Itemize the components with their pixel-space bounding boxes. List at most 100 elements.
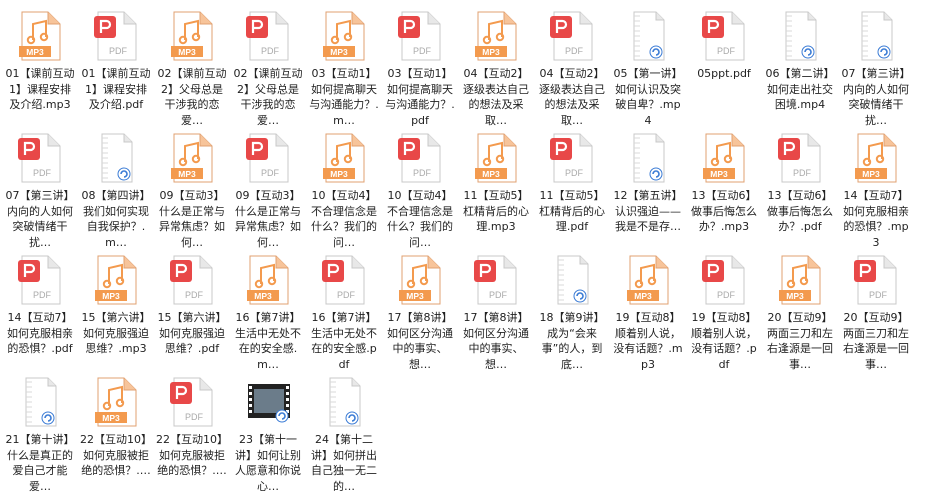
file-item[interactable]: PDF 07【第三讲】内向的人如何突破情绪干扰… bbox=[4, 124, 76, 249]
file-item[interactable]: MP3 10【互动4】不合理信念是什么？我们的问… bbox=[308, 124, 380, 249]
mp3-file-icon: MP3 bbox=[854, 132, 898, 184]
mp3-file-icon: MP3 bbox=[170, 132, 214, 184]
svg-text:PDF: PDF bbox=[717, 290, 736, 300]
file-item[interactable]: 24【第十二讲】如何拼出自己独一无二的… bbox=[308, 368, 380, 493]
file-item[interactable]: 23【第十一讲】如何让别人愿意和你说心… bbox=[232, 368, 304, 493]
svg-text:PDF: PDF bbox=[261, 46, 280, 56]
svg-text:PDF: PDF bbox=[793, 168, 812, 178]
pdf-file-icon: PDF bbox=[702, 254, 746, 306]
mp3-file-icon: MP3 bbox=[474, 132, 518, 184]
file-item[interactable]: PDF 02【课前互动2】父母总是干涉我的恋爱… bbox=[232, 2, 304, 127]
mp3-file-icon: MP3 bbox=[94, 376, 138, 428]
video-file-icon bbox=[94, 132, 138, 184]
file-name-label: 14【互动7】如何克服相亲的恐惧？.pdf bbox=[7, 311, 73, 355]
svg-text:MP3: MP3 bbox=[178, 169, 196, 179]
file-item[interactable]: PDF 05ppt.pdf bbox=[688, 2, 760, 123]
file-name-label: 05【第一讲】如何认识及突破自卑？.mp4 bbox=[613, 67, 683, 127]
file-name-label: 16【第7讲】生活中无处不在的安全感.pdf bbox=[311, 311, 377, 371]
file-name-label: 11【互动5】杠精背后的心理.mp3 bbox=[463, 189, 529, 233]
file-item[interactable]: PDF 16【第7讲】生活中无处不在的安全感.pdf bbox=[308, 246, 380, 371]
file-item[interactable]: MP3 11【互动5】杠精背后的心理.mp3 bbox=[460, 124, 532, 245]
file-name-label: 01【课前互动1】课程安排及介绍.pdf bbox=[81, 67, 151, 111]
file-item[interactable]: MP3 16【第7讲】生活中无处不在的安全感.m… bbox=[232, 246, 304, 371]
video-file-icon bbox=[778, 10, 822, 62]
file-name-label: 03【互动1】如何提高聊天与沟通能力？.m… bbox=[309, 67, 379, 127]
file-name-label: 04【互动2】逐级表达自己的想法及采取… bbox=[539, 67, 605, 127]
file-item[interactable]: PDF 19【互动8】顺着别人说，没有话题？.pdf bbox=[688, 246, 760, 371]
mp3-file-icon: MP3 bbox=[474, 10, 518, 62]
svg-text:MP3: MP3 bbox=[482, 47, 500, 57]
file-item[interactable]: PDF 01【课前互动1】课程安排及介绍.pdf bbox=[80, 2, 152, 123]
file-item[interactable]: PDF 04【互动2】逐级表达自己的想法及采取… bbox=[536, 2, 608, 127]
pdf-file-icon: PDF bbox=[94, 10, 138, 62]
video-file-icon bbox=[550, 254, 594, 306]
video-file-icon bbox=[322, 376, 366, 428]
pdf-file-icon: PDF bbox=[550, 132, 594, 184]
file-item[interactable]: PDF 11【互动5】杠精背后的心理.pdf bbox=[536, 124, 608, 245]
file-item[interactable]: PDF 15【第六讲】如何克服强迫思维？.pdf bbox=[156, 246, 228, 367]
file-name-label: 18【第9讲】成为“会来事”的人，到底… bbox=[539, 311, 605, 371]
file-name-label: 12【第五讲】认识强迫——我是不是存… bbox=[613, 189, 683, 233]
file-item[interactable]: MP3 09【互动3】什么是正常与异常焦虑？如何… bbox=[156, 124, 228, 249]
file-item[interactable]: MP3 20【互动9】两面三刀和左右逢源是一回事… bbox=[764, 246, 836, 371]
file-name-label: 07【第三讲】内向的人如何突破情绪干扰… bbox=[841, 67, 911, 127]
file-name-label: 07【第三讲】内向的人如何突破情绪干扰… bbox=[5, 189, 75, 249]
file-name-label: 19【互动8】顺着别人说，没有话题？.mp3 bbox=[613, 311, 683, 371]
svg-text:MP3: MP3 bbox=[786, 291, 804, 301]
file-item[interactable]: PDF 03【互动1】如何提高聊天与沟通能力？.pdf bbox=[384, 2, 456, 127]
file-item[interactable]: 08【第四讲】我们如何实现自我保护？.m… bbox=[80, 124, 152, 249]
pdf-file-icon: PDF bbox=[702, 10, 746, 62]
svg-text:PDF: PDF bbox=[33, 168, 52, 178]
file-item[interactable]: PDF 22【互动10】如何克服被拒绝的恐惧？.… bbox=[156, 368, 228, 489]
svg-text:MP3: MP3 bbox=[634, 291, 652, 301]
file-item[interactable]: 07【第三讲】内向的人如何突破情绪干扰… bbox=[840, 2, 912, 127]
file-name-label: 02【课前互动2】父母总是干涉我的恋爱… bbox=[157, 67, 227, 127]
file-name-label: 14【互动7】如何克服相亲的恐惧？.mp3 bbox=[843, 189, 909, 249]
file-name-label: 21【第十讲】什么是真正的爱自己才能爱… bbox=[5, 433, 75, 493]
file-item[interactable]: 06【第二讲】如何走出社交困境.mp4 bbox=[764, 2, 836, 123]
pdf-file-icon: PDF bbox=[322, 254, 366, 306]
video-file-icon bbox=[854, 10, 898, 62]
file-item[interactable]: PDF 13【互动6】做事后悔怎么办？.pdf bbox=[764, 124, 836, 245]
svg-text:MP3: MP3 bbox=[862, 169, 880, 179]
file-item[interactable]: 12【第五讲】认识强迫——我是不是存… bbox=[612, 124, 684, 245]
file-item[interactable]: MP3 19【互动8】顺着别人说，没有话题？.mp3 bbox=[612, 246, 684, 371]
file-item[interactable]: MP3 13【互动6】做事后悔怎么办？.mp3 bbox=[688, 124, 760, 245]
file-item[interactable]: 05【第一讲】如何认识及突破自卑？.mp4 bbox=[612, 2, 684, 127]
file-item[interactable]: MP3 04【互动2】逐级表达自己的想法及采取… bbox=[460, 2, 532, 127]
file-name-label: 13【互动6】做事后悔怎么办？.pdf bbox=[767, 189, 833, 233]
file-name-label: 11【互动5】杠精背后的心理.pdf bbox=[539, 189, 605, 233]
svg-text:MP3: MP3 bbox=[254, 291, 272, 301]
file-item[interactable]: PDF 20【互动9】两面三刀和左右逢源是一回事… bbox=[840, 246, 912, 371]
svg-text:PDF: PDF bbox=[413, 46, 432, 56]
mp3-file-icon: MP3 bbox=[18, 10, 62, 62]
file-item[interactable]: MP3 03【互动1】如何提高聊天与沟通能力？.m… bbox=[308, 2, 380, 127]
file-item[interactable]: 21【第十讲】什么是真正的爱自己才能爱… bbox=[4, 368, 76, 493]
svg-text:MP3: MP3 bbox=[102, 291, 120, 301]
svg-text:MP3: MP3 bbox=[330, 169, 348, 179]
svg-text:PDF: PDF bbox=[109, 46, 128, 56]
file-name-label: 09【互动3】什么是正常与异常焦虑？如何… bbox=[159, 189, 225, 249]
file-name-label: 15【第六讲】如何克服强迫思维？.mp3 bbox=[81, 311, 151, 355]
file-item[interactable]: MP3 02【课前互动2】父母总是干涉我的恋爱… bbox=[156, 2, 228, 127]
file-item[interactable]: 18【第9讲】成为“会来事”的人，到底… bbox=[536, 246, 608, 371]
file-item[interactable]: MP3 14【互动7】如何克服相亲的恐惧？.mp3 bbox=[840, 124, 912, 249]
file-name-label: 23【第十一讲】如何让别人愿意和你说心… bbox=[235, 433, 301, 493]
file-grid: MP3 01【课前互动1】课程安排及介绍.mp3 PDF 01【课前互动1】课程… bbox=[0, 0, 927, 501]
mp3-file-icon: MP3 bbox=[702, 132, 746, 184]
file-item[interactable]: MP3 15【第六讲】如何克服强迫思维？.mp3 bbox=[80, 246, 152, 367]
svg-text:MP3: MP3 bbox=[406, 291, 424, 301]
file-item[interactable]: MP3 01【课前互动1】课程安排及介绍.mp3 bbox=[4, 2, 76, 123]
file-item[interactable]: MP3 22【互动10】如何克服被拒绝的恐惧？.… bbox=[80, 368, 152, 489]
file-item[interactable]: MP3 17【第8讲】如何区分沟通中的事实、想… bbox=[384, 246, 456, 371]
mp3-file-icon: MP3 bbox=[398, 254, 442, 306]
file-name-label: 17【第8讲】如何区分沟通中的事实、想… bbox=[463, 311, 529, 371]
file-item[interactable]: PDF 09【互动3】什么是正常与异常焦虑？如何… bbox=[232, 124, 304, 249]
file-item[interactable]: PDF 17【第8讲】如何区分沟通中的事实、想… bbox=[460, 246, 532, 371]
mp3-file-icon: MP3 bbox=[778, 254, 822, 306]
file-item[interactable]: PDF 10【互动4】不合理信念是什么？我们的问… bbox=[384, 124, 456, 249]
file-name-label: 02【课前互动2】父母总是干涉我的恋爱… bbox=[233, 67, 303, 127]
svg-text:PDF: PDF bbox=[489, 290, 508, 300]
file-item[interactable]: PDF 14【互动7】如何克服相亲的恐惧？.pdf bbox=[4, 246, 76, 367]
mp3-file-icon: MP3 bbox=[322, 132, 366, 184]
